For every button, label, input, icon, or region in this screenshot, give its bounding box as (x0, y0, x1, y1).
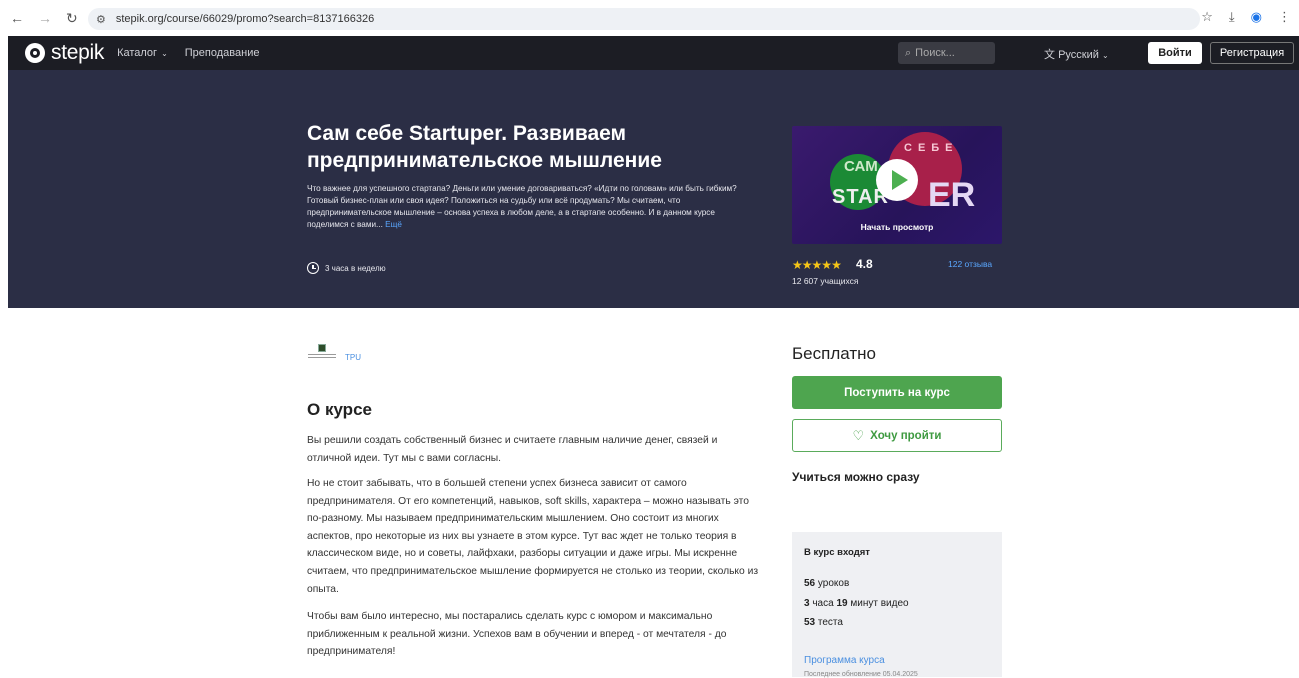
star-icon: ★ (831, 258, 842, 272)
lessons-count: 56 уроков (804, 578, 850, 589)
catalog-label: Каталог (117, 47, 158, 59)
tpu-logo-icon (307, 344, 337, 370)
site-info-icon[interactable]: ⚙ (96, 13, 106, 26)
program-link[interactable]: Программа курса (804, 655, 885, 666)
search-icon: ⌕ (905, 46, 912, 59)
price-label: Бесплатно (792, 344, 876, 363)
browser-actions: ☆ ⤓ ◉ ⋮ (1201, 9, 1291, 25)
search-input[interactable] (915, 47, 984, 59)
teaching-label: Преподавание (184, 47, 260, 59)
star-icon: ★ (801, 258, 813, 272)
video-watch-label[interactable]: Начать просмотр (792, 222, 1002, 232)
course-summary: Что важнее для успешного стартапа? Деньг… (307, 183, 757, 231)
course-hero: Сам себе Startuper. Развиваем предприним… (8, 70, 1299, 308)
browser-toolbar: ← → ↻ ⚙ stepik.org/course/66029/promo?se… (0, 0, 1299, 36)
language-selector[interactable]: 文 Русский ⌄ (1044, 46, 1109, 62)
register-button[interactable]: Регистрация (1210, 42, 1294, 64)
tests-count: 53 теста (804, 617, 843, 628)
play-icon[interactable] (876, 159, 918, 201)
video-duration: 3 часа 19 минут видео (804, 598, 909, 609)
wishlist-label: Хочу пройти (870, 429, 942, 442)
menu-dots-icon[interactable]: ⋮ (1278, 9, 1291, 25)
login-button[interactable]: Войти (1148, 42, 1202, 64)
course-title: Сам себе Startuper. Развиваем предприним… (307, 122, 662, 172)
search-box[interactable]: ⌕ (898, 42, 995, 64)
translate-icon: 文 (1044, 49, 1055, 61)
wishlist-button[interactable]: ♡ Хочу пройти (792, 419, 1002, 452)
star-icon: ★ (792, 258, 803, 272)
rating-stars: ★★★★★ (792, 258, 842, 272)
about-paragraph: Чтобы вам было интересно, мы постарались… (307, 611, 727, 658)
about-paragraph: Но не стоит забывать, что в большей степ… (307, 478, 759, 595)
includes-title: В курс входят (804, 547, 870, 558)
clock-icon (307, 262, 319, 274)
browser-nav: ← → ↻ (0, 10, 78, 27)
heart-icon: ♡ (852, 427, 865, 443)
forward-arrow-icon[interactable]: → (38, 10, 52, 26)
stepik-logo-icon (25, 43, 45, 63)
chevron-down-icon: ⌄ (161, 48, 168, 58)
learners-count: 12 607 учащихся (792, 276, 859, 286)
catalog-menu[interactable]: Каталог ⌄ (117, 47, 168, 59)
star-icon: ★ (821, 258, 832, 272)
address-url: stepik.org/course/66029/promo?search=813… (115, 13, 375, 25)
download-icon[interactable]: ⤓ (1229, 9, 1235, 25)
star-icon: ★ (811, 258, 823, 272)
profile-icon[interactable]: ◉ (1251, 9, 1262, 25)
teaching-link[interactable]: Преподавание (185, 47, 260, 59)
reload-icon[interactable]: ↻ (66, 10, 78, 27)
address-bar[interactable]: ⚙ stepik.org/course/66029/promo?search=8… (88, 8, 1200, 30)
stepik-logo[interactable]: stepik (25, 41, 104, 65)
back-arrow-icon[interactable]: ← (10, 10, 24, 26)
site-header: stepik Каталог ⌄ Преподавание ⌕ 文 Русски… (8, 36, 1299, 70)
video-art-lettering: СЕБЕ (904, 142, 959, 154)
video-art-lettering: САМ (844, 158, 878, 175)
start-availability: Учиться можно сразу (792, 470, 920, 484)
bookmark-star-icon[interactable]: ☆ (1201, 9, 1213, 25)
workload: 3 часа в неделю (307, 262, 386, 274)
course-summary-text: Что важнее для успешного стартапа? Деньг… (307, 184, 737, 229)
logo-text: stepik (51, 41, 105, 64)
enroll-button[interactable]: Поступить на курс (792, 376, 1002, 409)
more-link[interactable]: Ещё (385, 220, 402, 229)
course-includes: В курс входят 56 уроков 3 часа 19 минут … (792, 532, 1002, 678)
language-label: Русский (1058, 49, 1099, 61)
organization[interactable]: TPU (307, 344, 361, 370)
workload-text: 3 часа в неделю (325, 263, 386, 273)
about-title: О курсе (307, 400, 372, 419)
about-paragraph: Вы решили создать собственный бизнес и с… (307, 435, 718, 464)
chevron-down-icon: ⌄ (1101, 51, 1109, 60)
video-art-lettering: ER (928, 176, 976, 214)
organization-name[interactable]: TPU (345, 353, 361, 362)
rating-value: 4.8 (856, 257, 873, 271)
promo-video[interactable]: САМ СЕБЕ STAR ER Начать просмотр (792, 126, 1002, 244)
reviews-link[interactable]: 122 отзыва (948, 259, 992, 269)
